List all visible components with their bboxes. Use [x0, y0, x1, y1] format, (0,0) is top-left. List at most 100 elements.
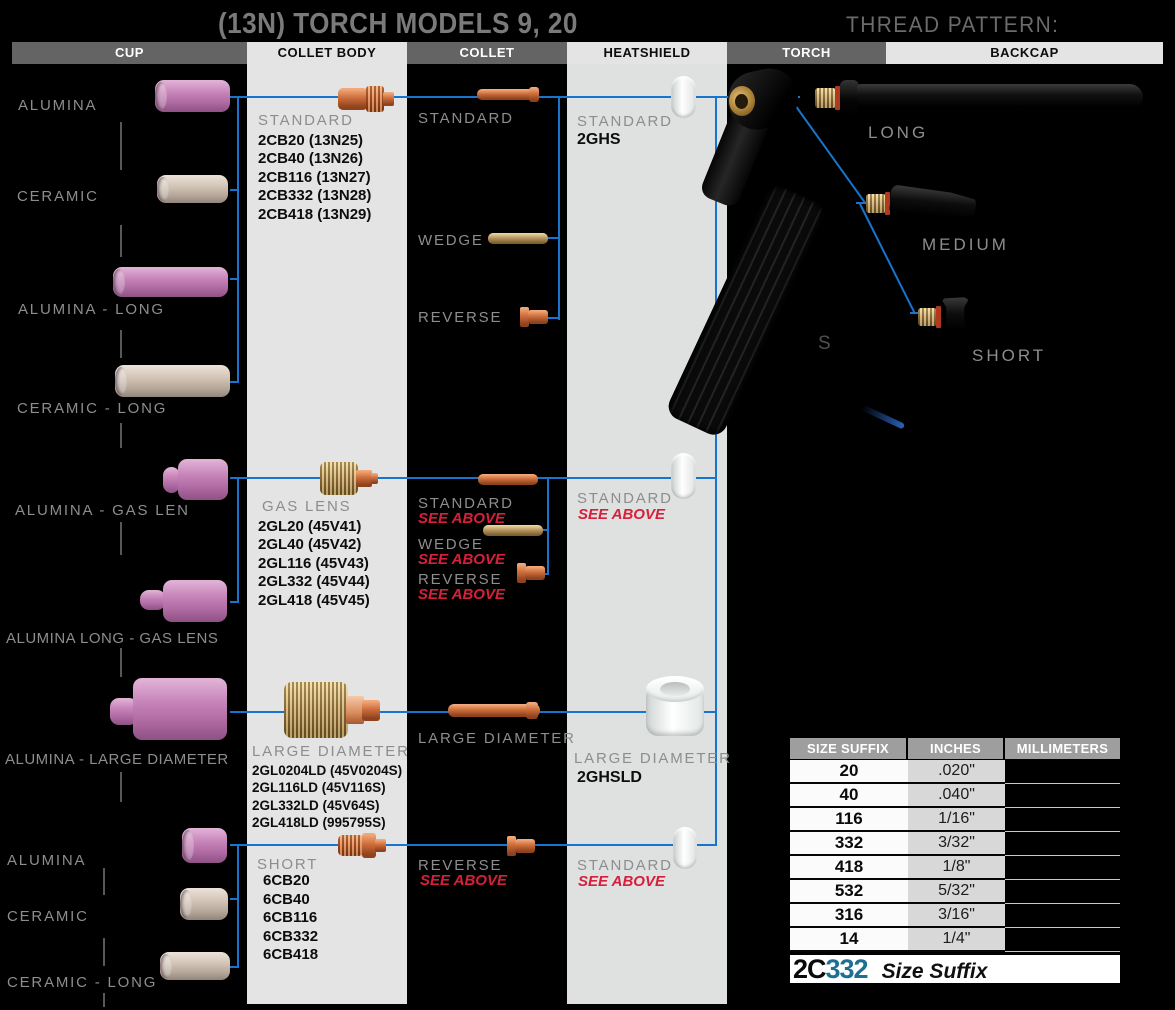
- connector-stub-reverse: [548, 317, 560, 319]
- column-header-collet-body: COLLET BODY: [247, 42, 407, 64]
- torch-handle-tip-highlight: [861, 405, 905, 430]
- backcap-short-thread: [918, 308, 937, 326]
- heatshield-label-large-diameter: LARGE DIAMETER: [574, 750, 732, 767]
- cup-label-ceramic: CERAMIC: [17, 188, 99, 205]
- millimeters-cell: [1005, 808, 1120, 832]
- cup-divider-tick: [120, 772, 122, 802]
- inches-cell: 1/8": [908, 856, 1005, 880]
- part-number: 6CB40: [263, 891, 310, 910]
- cup-divider-tick: [120, 122, 122, 170]
- collet-image-standard2: [478, 474, 538, 485]
- heatshield-image-large-diameter: [646, 676, 704, 742]
- collet-image-reverse3: [507, 836, 535, 856]
- backcap-medium-washer: [885, 192, 890, 215]
- collet-note-wedge2: SEE ABOVE: [418, 551, 505, 568]
- cup-label-alumina-short: ALUMINA: [7, 852, 86, 869]
- connector-line-short-row: [230, 844, 717, 846]
- inches-cell: 1/16": [908, 808, 1005, 832]
- size-table-header-inches: INCHES: [908, 738, 1005, 759]
- part-number: 2GL418 (45V45): [258, 592, 370, 611]
- millimeters-cell: [1005, 904, 1120, 928]
- part-number: 2GL20 (45V41): [258, 518, 361, 537]
- size-suffix-cell: 14: [790, 928, 908, 952]
- size-table-header-suffix: SIZE SUFFIX: [790, 738, 908, 759]
- cup-divider-tick: [120, 423, 122, 448]
- column-header-torch: TORCH: [727, 42, 886, 64]
- heatshield-part-2ghs: 2GHS: [577, 131, 621, 150]
- collet-body-image-large-diameter: [284, 682, 384, 738]
- connector-stub-wedge: [546, 237, 560, 239]
- heatshield-note-standard2: SEE ABOVE: [578, 506, 665, 523]
- size-suffix-example: 2C332Size Suffix: [790, 955, 1120, 983]
- backcap-label-medium: MEDIUM: [922, 235, 1009, 255]
- collet-label-reverse: REVERSE: [418, 309, 502, 326]
- inches-cell: 5/32": [908, 880, 1005, 904]
- size-table-row: 14 1/4": [790, 928, 1120, 952]
- part-number: 2GL116LD (45V116S): [252, 779, 386, 797]
- backcap-medium-thread: [866, 194, 886, 213]
- cup-image-alumina-long: [113, 267, 228, 297]
- size-table-row: 316 3/16": [790, 904, 1120, 928]
- inches-cell: 3/32": [908, 832, 1005, 856]
- size-suffix-cell: 116: [790, 808, 908, 832]
- thread-pattern-label: THREAD PATTERN:: [846, 12, 1059, 38]
- cup-image-alumina-large-diameter: [133, 678, 227, 740]
- cup-label-alumina-long: ALUMINA - LONG: [18, 301, 165, 318]
- collet-body-image-standard: [338, 86, 394, 112]
- collet-image-wedge: [488, 233, 548, 244]
- part-number: 2CB418 (13N29): [258, 206, 371, 225]
- cup-divider-tick: [103, 938, 105, 966]
- column-header-backcap: BACKCAP: [886, 42, 1163, 64]
- size-table-row: 532 5/32": [790, 880, 1120, 904]
- connector-stub-ceramic-long-small: [230, 966, 239, 968]
- part-number: 2GL116 (45V43): [258, 555, 369, 574]
- cup-image-alumina-long-gas-lens: [163, 580, 227, 622]
- connector-line-cup-group4: [237, 844, 239, 968]
- cup-image-ceramic-long: [115, 365, 230, 397]
- millimeters-cell: [1005, 856, 1120, 880]
- cup-rim: [157, 177, 169, 202]
- size-suffix-cell: 40: [790, 784, 908, 808]
- heatshield-part-2ghsld: 2GHSLD: [577, 769, 642, 788]
- size-suffix-cell: 332: [790, 832, 908, 856]
- backcap-label-short: SHORT: [972, 346, 1046, 366]
- collet-body-label-gas-lens: GAS LENS: [262, 498, 351, 515]
- cup-image-alumina: [155, 80, 230, 112]
- cup-rim: [155, 82, 167, 110]
- heatshield-image-standard3: [673, 827, 697, 869]
- inches-cell: .020": [908, 760, 1005, 784]
- part-number: 2CB40 (13N26): [258, 150, 363, 169]
- backcap-short-body: [941, 297, 970, 334]
- backcap-long-thread: [815, 88, 836, 108]
- part-number: 6CB116: [263, 909, 317, 928]
- collet-image-reverse2: [517, 563, 545, 583]
- parts-diagram-page: (13N) TORCH MODELS 9, 20 THREAD PATTERN:…: [0, 0, 1175, 1010]
- heatshield-label-standard: STANDARD: [577, 113, 673, 130]
- heatshield-label-standard3: STANDARD: [577, 857, 673, 874]
- part-number: 6CB332: [263, 928, 318, 947]
- collet-label-wedge: WEDGE: [418, 232, 484, 249]
- cup-divider-tick: [103, 868, 105, 895]
- heatshield-label-standard2: STANDARD: [577, 490, 673, 507]
- connector-diagonal-backcap-short: [859, 204, 916, 315]
- collet-note-standard2: SEE ABOVE: [418, 510, 505, 527]
- heatshield-image-standard: [671, 76, 696, 118]
- cup-label-alumina-long-gas-lens: ALUMINA LONG - GAS LENS: [6, 630, 218, 647]
- backcap-short-washer: [936, 306, 941, 328]
- cup-image-alumina-short: [182, 828, 227, 863]
- size-table-row: 116 1/16": [790, 808, 1120, 832]
- cup-label-alumina-gas-len: ALUMINA - GAS LEN: [15, 502, 190, 519]
- collet-body-label-large-diameter: LARGE DIAMETER: [252, 743, 410, 760]
- connector-stub-alumina-long: [230, 278, 239, 280]
- example-label: Size Suffix: [882, 960, 988, 983]
- cup-divider-tick: [120, 522, 122, 555]
- part-number: 2GL40 (45V42): [258, 536, 361, 555]
- cup-label-ceramic-short: CERAMIC: [7, 908, 89, 925]
- collet-image-standard: [477, 89, 539, 100]
- cup-label-alumina-large-diameter: ALUMINA - LARGE DIAMETER: [5, 751, 229, 768]
- collet-image-reverse: [520, 307, 548, 327]
- cup-divider-tick: [103, 993, 105, 1007]
- cup-rim: [180, 890, 192, 918]
- collet-note-reverse3: SEE ABOVE: [420, 872, 507, 889]
- connector-line-collet-group1: [558, 96, 560, 320]
